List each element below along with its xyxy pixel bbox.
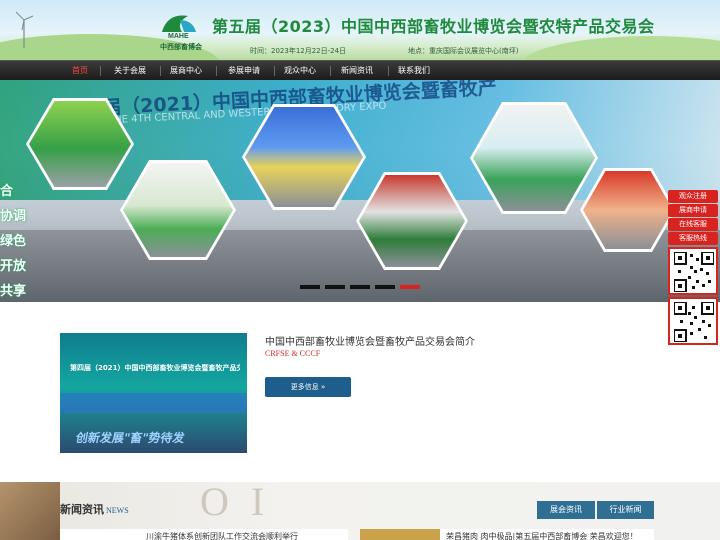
site-logo-icon[interactable]: MAHE	[158, 10, 198, 40]
nav-divider	[274, 66, 275, 76]
carousel-dot[interactable]	[350, 285, 370, 289]
event-location: 地点：重庆国际会议展览中心(南坪)	[408, 47, 519, 55]
news-background-lettering: O I	[200, 482, 271, 524]
nav-divider	[330, 66, 331, 76]
intro-photo-text: 第四届（2021）中国中西部畜牧业博览会暨畜牧产品交易会	[70, 364, 240, 372]
tab-exhibition-news[interactable]: 展会资讯	[537, 501, 595, 519]
windmill-icon	[15, 11, 34, 48]
news-heading-text: 新闻资讯	[60, 503, 104, 516]
news-thumbnail	[360, 529, 440, 540]
nav-divider	[388, 66, 389, 76]
slogan-text: 协调	[0, 209, 27, 224]
carousel-dot[interactable]	[375, 285, 395, 289]
news-item-title[interactable]: 川渝牛猪体系创新团队工作交流会顺利举行	[146, 531, 298, 540]
site-header: MAHE 中西部畜博会 第五届（2023）中国中西部畜牧业博览会暨农特产品交易会…	[0, 0, 720, 60]
slogan-text: 共享	[0, 284, 27, 299]
nav-divider	[216, 66, 217, 76]
side-float-panel: 观众注册 展商申请 在线客服 客服热线	[668, 190, 720, 345]
tab-industry-news[interactable]: 行业新闻	[597, 501, 654, 519]
slogan-text: 绿色	[0, 234, 27, 249]
nav-item-apply[interactable]: 参展申请	[220, 61, 268, 81]
banner-slogans: 合 协调 绿色 开放 共享	[0, 180, 40, 302]
intro-photo-slogan: 创新发展"畜"势待发	[74, 431, 186, 445]
intro-photo[interactable]: 第四届（2021）中国中西部畜牧业博览会暨畜牧产品交易会 创新发展"畜"势待发	[60, 333, 247, 453]
exhibitor-apply-button[interactable]: 展商申请	[668, 204, 718, 217]
nav-item-home[interactable]: 首页	[62, 61, 98, 81]
nav-item-about[interactable]: 关于会展	[106, 61, 154, 81]
news-heading-en: NEWS	[106, 506, 129, 515]
hero-banner[interactable]: 第四届（2021）中国中西部畜牧业博览会暨畜牧产 THE 4TH CENTRAL…	[0, 80, 720, 302]
slogan-text: 开放	[0, 259, 27, 274]
nav-item-visitors[interactable]: 观众中心	[276, 61, 324, 81]
more-info-button[interactable]: 更多信息 »	[265, 377, 351, 397]
qr-code-icon	[668, 247, 718, 295]
visitor-register-button[interactable]: 观众注册	[668, 190, 718, 203]
news-heading: 新闻资讯 NEWS	[60, 501, 129, 517]
main-nav: 首页 关于会展 展商中心 参展申请 观众中心 新闻资讯 联系我们	[0, 60, 720, 80]
stage-decoration	[60, 393, 247, 413]
event-time: 时间：2023年12月22日-24日	[250, 47, 347, 55]
news-item-title[interactable]: 荣昌猪肉 肉中极品|第五届中西部畜博会 荣昌欢迎您！	[446, 531, 638, 540]
svg-text:MAHE: MAHE	[168, 33, 189, 40]
nav-divider	[100, 66, 101, 76]
qr-code-icon	[668, 297, 718, 345]
news-decoration	[0, 482, 60, 540]
hotline-button[interactable]: 客服热线	[668, 232, 718, 245]
carousel-dot[interactable]	[325, 285, 345, 289]
nav-item-contact[interactable]: 联系我们	[390, 61, 438, 81]
site-title: 第五届（2023）中国中西部畜牧业博览会暨农特产品交易会	[212, 17, 655, 36]
news-section: O I 新闻资讯 NEWS 展会资讯 行业新闻 川渝牛猪体系创新团队工作交流会顺利…	[0, 482, 720, 540]
nav-item-exhibitors[interactable]: 展商中心	[162, 61, 210, 81]
online-service-button[interactable]: 在线客服	[668, 218, 718, 231]
nav-item-news[interactable]: 新闻资讯	[333, 61, 381, 81]
intro-subtitle: CRFSE & CCCF	[265, 349, 321, 358]
carousel-dot-active[interactable]	[400, 285, 420, 289]
header-hill-decoration	[520, 36, 720, 60]
logo-caption: 中西部畜博会	[160, 43, 202, 51]
slogan-text: 合	[0, 184, 14, 199]
intro-title[interactable]: 中国中西部畜牧业博览会暨畜牧产品交易会简介	[265, 333, 475, 348]
nav-divider	[160, 66, 161, 76]
carousel-dot[interactable]	[300, 285, 320, 289]
